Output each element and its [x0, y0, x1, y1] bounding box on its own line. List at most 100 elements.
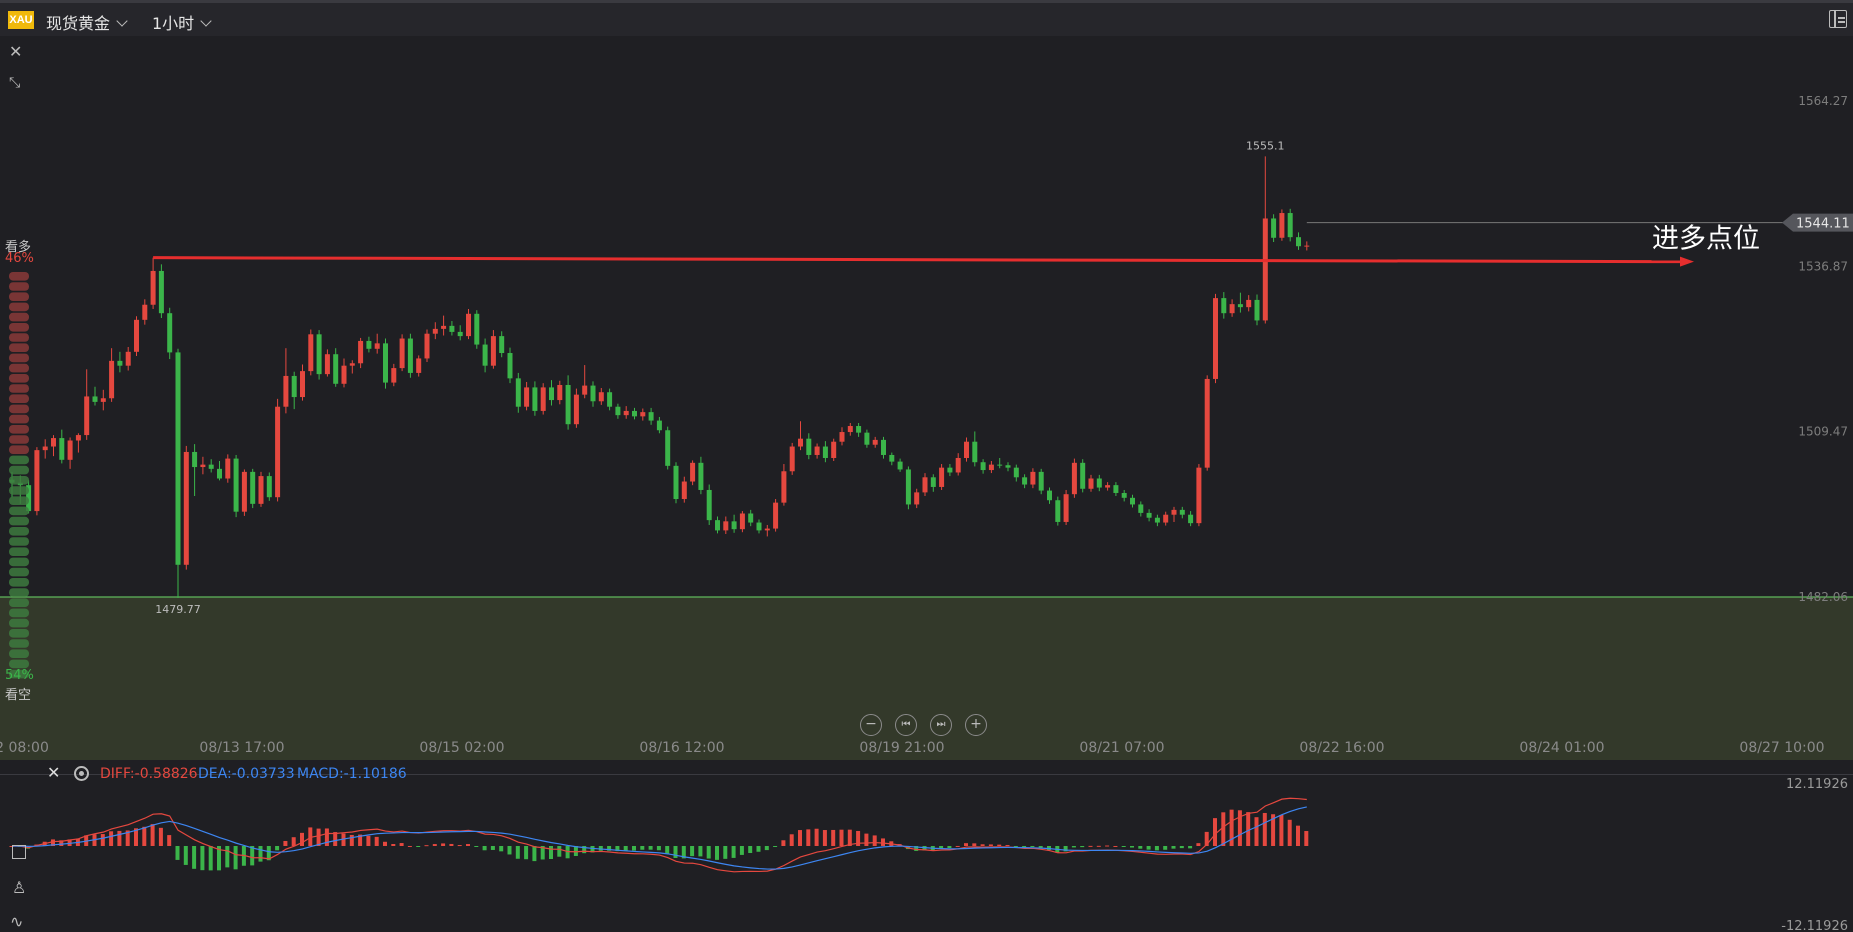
- macd-bar: [142, 826, 147, 846]
- candle-body: [1055, 500, 1061, 522]
- bear-segment: [9, 547, 29, 556]
- candle-body: [466, 313, 471, 337]
- macd-bar: [706, 846, 711, 859]
- candle-body: [266, 476, 272, 498]
- zoom-out-button[interactable]: −: [860, 714, 882, 736]
- candle-body: [507, 353, 513, 379]
- scroll-start-button[interactable]: ⏮: [895, 714, 917, 736]
- macd-bar: [1246, 812, 1251, 846]
- macd-bar: [656, 846, 661, 851]
- macd-bar: [374, 836, 379, 846]
- candle-body: [42, 446, 48, 451]
- candle-body: [1105, 485, 1111, 488]
- candle-body: [200, 464, 206, 468]
- macd-bar: [432, 844, 437, 846]
- macd-bar: [756, 846, 761, 852]
- bear-segment: [9, 557, 29, 567]
- symbol-selector[interactable]: 现货黄金: [46, 10, 128, 34]
- macd-bar: [839, 829, 844, 846]
- candle-body: [1246, 299, 1252, 308]
- bear-label: 看空: [5, 688, 32, 703]
- candle-body: [897, 461, 903, 470]
- bull-segment: [9, 282, 29, 291]
- candle-body: [1121, 492, 1127, 498]
- chevron-down-icon: [116, 15, 128, 27]
- macd-bar: [117, 830, 122, 846]
- y-tick-label: 1482.06: [1798, 590, 1848, 604]
- candle-body: [341, 365, 347, 384]
- candle-body: [839, 432, 845, 442]
- candle-body: [632, 410, 637, 417]
- candle-body: [1171, 509, 1177, 515]
- macd-bar: [964, 843, 968, 846]
- zoom-in-button[interactable]: +: [965, 714, 987, 736]
- candle-body: [1113, 485, 1119, 493]
- macd-bar: [399, 843, 404, 846]
- bear-segment: [9, 659, 29, 669]
- macd-bar: [515, 846, 520, 859]
- macd-bar: [183, 846, 188, 865]
- candle-body: [706, 489, 712, 521]
- entry-annotation: 进多点位: [1652, 224, 1760, 255]
- macd-bar: [748, 846, 753, 854]
- scroll-end-button[interactable]: ⏭: [930, 714, 952, 736]
- macd-bar: [482, 846, 487, 851]
- wave-icon[interactable]: ∿: [10, 914, 23, 930]
- macd-bar: [1221, 812, 1226, 846]
- bull-segment: [9, 353, 29, 363]
- candle-body: [241, 471, 247, 512]
- candle-body: [1022, 477, 1028, 485]
- bear-segment: [9, 618, 29, 628]
- indicator-icon[interactable]: [12, 845, 26, 859]
- current-price-text: 1544.11: [1796, 217, 1850, 232]
- macd-bar: [175, 846, 180, 860]
- candle-body: [1229, 304, 1235, 314]
- candle-body: [324, 354, 330, 375]
- candle-body: [407, 338, 413, 373]
- bull-segment: [9, 343, 29, 352]
- period-selector[interactable]: 1小时: [152, 10, 212, 34]
- symbol-name: 现货黄金: [46, 14, 111, 33]
- bear-segment: [9, 496, 29, 505]
- candle-body: [1063, 494, 1069, 522]
- layout-icon[interactable]: [1829, 10, 1847, 28]
- candle-body: [59, 438, 65, 460]
- macd-bar: [349, 834, 354, 846]
- candle-body: [905, 469, 911, 505]
- bear-segment: [9, 537, 29, 546]
- close-indicator-icon[interactable]: ✕: [47, 765, 60, 781]
- candle-body: [474, 313, 480, 345]
- macd-bar: [872, 835, 877, 846]
- gear-icon[interactable]: [74, 766, 89, 781]
- sentiment-bar: [9, 272, 29, 679]
- period-label: 1小时: [152, 14, 195, 33]
- candle-body: [789, 446, 795, 472]
- candle-body: [798, 438, 803, 447]
- candle-body: [515, 378, 521, 407]
- macd-bar: [632, 846, 636, 851]
- macd-bar: [764, 846, 769, 851]
- macd-bar: [1105, 845, 1110, 847]
- draw-tool-icon[interactable]: ♙: [12, 880, 26, 896]
- x-tick-label: 08/21 07:00: [1079, 740, 1164, 756]
- macd-bar: [864, 833, 869, 846]
- candle-body: [814, 446, 820, 455]
- macd-bar: [673, 846, 678, 858]
- candle-body: [1047, 490, 1052, 501]
- macd-bar: [947, 846, 952, 849]
- macd-bar: [524, 846, 529, 860]
- candle-body: [723, 521, 729, 531]
- macd-bar: [366, 835, 371, 846]
- candle-body: [922, 477, 928, 493]
- candle-body: [449, 325, 455, 332]
- macd-bar: [1196, 843, 1201, 846]
- bull-segment: [9, 425, 29, 434]
- macd-chart[interactable]: 12.11926 -12.11926: [0, 774, 1853, 932]
- candle-body: [623, 410, 629, 416]
- macd-bar: [988, 844, 993, 846]
- candle-body: [482, 344, 488, 366]
- macd-bar: [573, 846, 578, 856]
- candlestick-chart[interactable]: 1564.27 1536.87 1509.47 1482.06 2 08:00 08/1…: [0, 36, 1853, 774]
- candle-body: [524, 387, 530, 407]
- candle-body: [698, 462, 704, 490]
